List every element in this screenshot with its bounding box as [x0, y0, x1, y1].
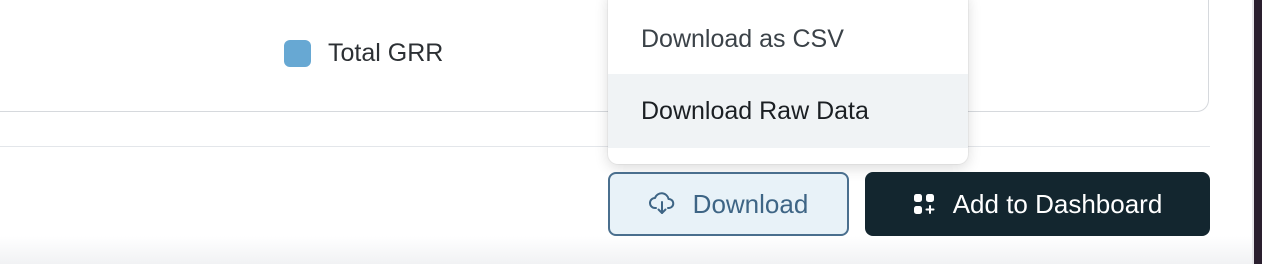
footer-divider — [0, 146, 1210, 147]
download-menu: Download as CSV Download Raw Data — [608, 0, 968, 164]
page-bottom-edge — [0, 236, 1252, 264]
background-window — [1254, 0, 1262, 264]
chart-legend: Total GRR — [284, 39, 443, 68]
dashboard-add-icon — [913, 193, 935, 215]
menu-item-label: Download Raw Data — [641, 96, 869, 125]
download-button-label: Download — [692, 188, 809, 219]
menu-item-download-csv[interactable]: Download as CSV — [608, 2, 968, 76]
add-to-dashboard-label: Add to Dashboard — [952, 188, 1163, 219]
add-to-dashboard-button[interactable]: Add to Dashboard — [865, 172, 1210, 236]
legend-swatch-total-grr — [284, 40, 311, 67]
legend-label-total-grr[interactable]: Total GRR — [328, 39, 443, 68]
menu-item-download-raw-data[interactable]: Download Raw Data — [608, 74, 968, 148]
download-button[interactable]: Download — [608, 172, 849, 236]
cloud-download-icon — [648, 192, 675, 216]
menu-item-label: Download as CSV — [641, 24, 844, 53]
chart-card: Total GRR — [0, 0, 1209, 112]
